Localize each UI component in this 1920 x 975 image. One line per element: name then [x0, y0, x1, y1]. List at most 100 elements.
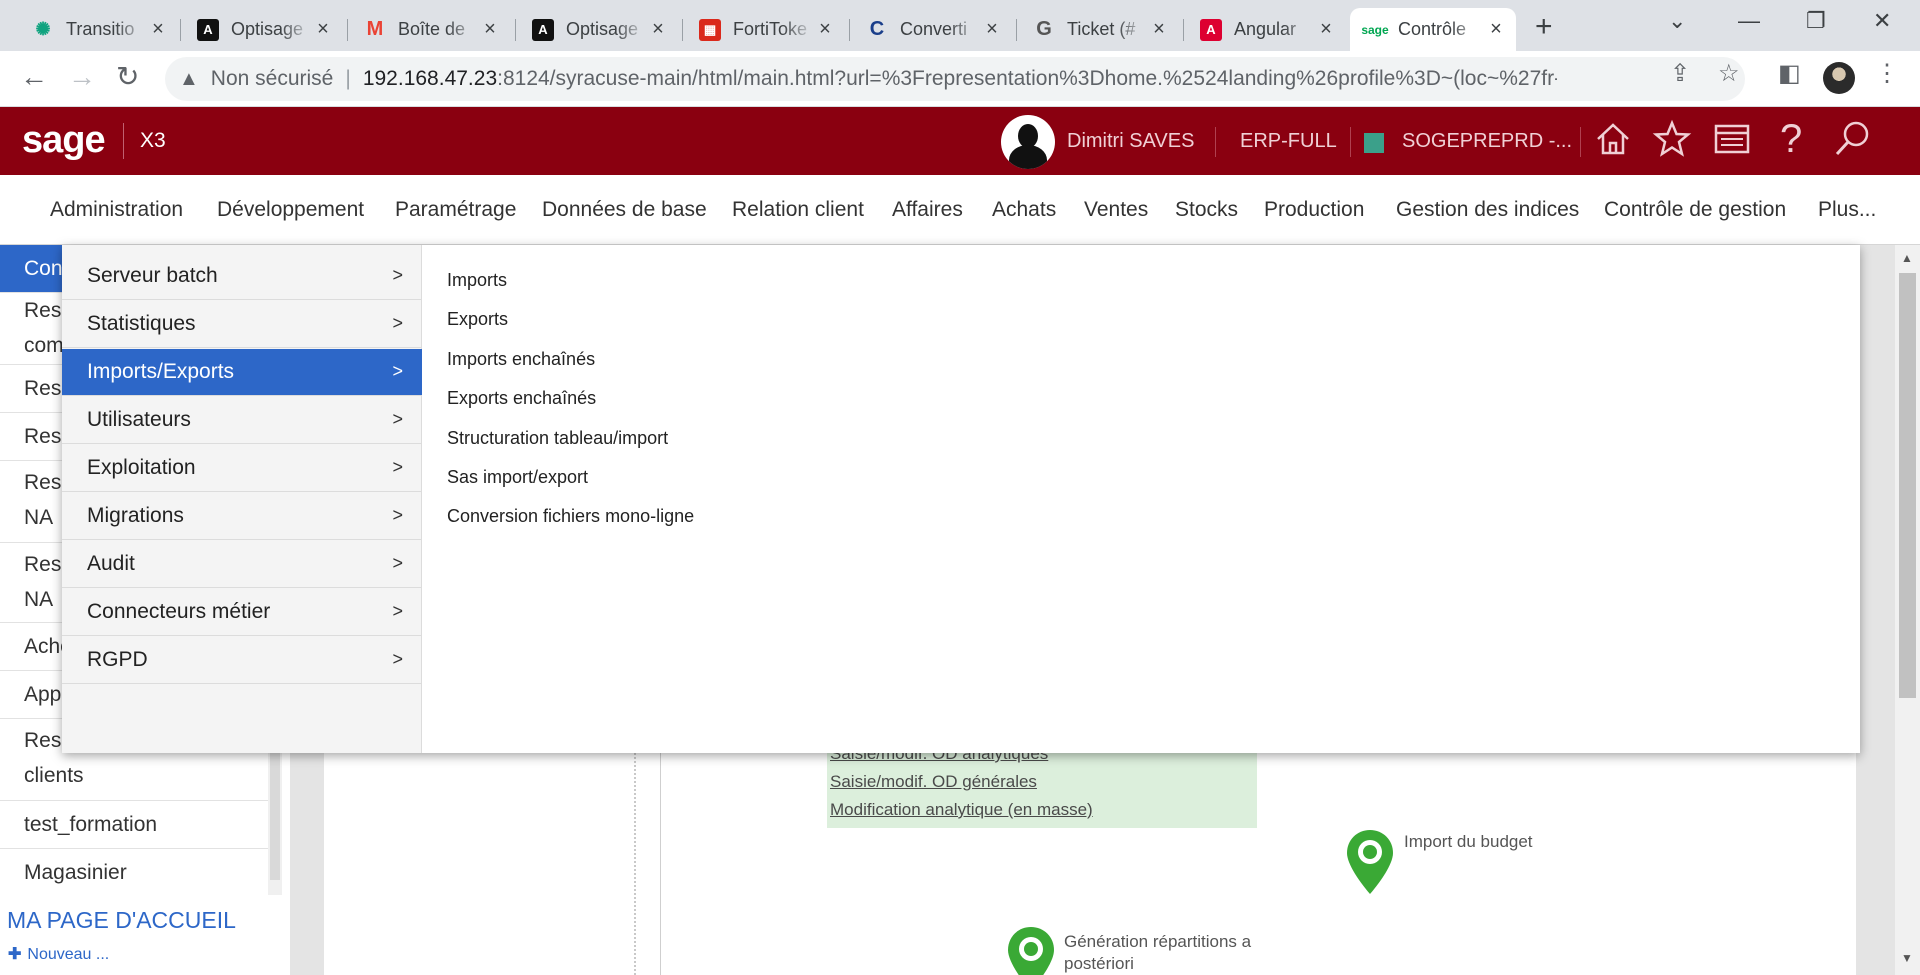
back-icon[interactable]: ←: [20, 63, 48, 91]
menu-parametrage[interactable]: Paramétrage: [395, 198, 516, 222]
menu-affaires[interactable]: Affaires: [892, 198, 963, 222]
user-name[interactable]: Dimitri SAVES: [1067, 130, 1194, 153]
minimize-icon[interactable]: —: [1738, 8, 1760, 34]
process-link[interactable]: Modification analytique (en masse): [830, 800, 1093, 820]
menu-production[interactable]: Production: [1264, 198, 1364, 222]
close-icon[interactable]: ×: [982, 18, 1002, 41]
browser-tab[interactable]: M Boîte de ×: [350, 8, 510, 51]
gmail-icon: M: [366, 18, 384, 40]
browser-tab[interactable]: ▦ FortiToke ×: [685, 8, 845, 51]
submenu-exports[interactable]: Exports: [447, 309, 508, 330]
scroll-up-icon[interactable]: ▲: [1901, 251, 1913, 265]
close-icon[interactable]: ×: [815, 18, 835, 41]
tab-title: Ticket (#: [1067, 19, 1136, 39]
menu-administration[interactable]: Administration: [50, 198, 183, 222]
submenu-structuration-tableau-import[interactable]: Structuration tableau/import: [447, 428, 668, 449]
main-scrollbar[interactable]: ▲ ▼: [1895, 245, 1920, 975]
close-icon[interactable]: ×: [1149, 18, 1169, 41]
close-icon[interactable]: ×: [313, 18, 333, 41]
home-icon[interactable]: [1593, 119, 1633, 159]
menu-plus[interactable]: Plus...: [1818, 198, 1876, 222]
chevron-right-icon: >: [392, 505, 403, 525]
chevron-right-icon: >: [392, 649, 403, 669]
category-connecteurs-metier[interactable]: Connecteurs métier >: [62, 589, 422, 636]
menu-stocks[interactable]: Stocks: [1175, 198, 1238, 222]
close-icon[interactable]: ×: [1316, 18, 1336, 41]
fortinet-icon: ▦: [699, 18, 721, 41]
chevron-right-icon: >: [392, 313, 403, 333]
url-path: :8124/syracuse-main/html/main.html?url=%…: [497, 67, 1558, 90]
restore-icon[interactable]: ❐: [1806, 8, 1826, 34]
menu-developpement[interactable]: Développement: [217, 198, 364, 222]
browser-tab[interactable]: G Ticket (# ×: [1019, 8, 1179, 51]
browser-tab[interactable]: A Angular ×: [1186, 8, 1346, 51]
menu-donnees-de-base[interactable]: Données de base: [542, 198, 707, 222]
user-avatar[interactable]: [1001, 115, 1055, 169]
tab-search-icon[interactable]: ⌄: [1668, 8, 1686, 34]
browser-tab[interactable]: A Optisage ×: [183, 8, 343, 51]
category-serveur-batch[interactable]: Serveur batch >: [62, 253, 422, 300]
submenu-exports-enchaines[interactable]: Exports enchaînés: [447, 388, 596, 409]
c-icon: C: [869, 18, 885, 40]
role-item[interactable]: test_formation: [0, 801, 268, 849]
window-close-icon[interactable]: ✕: [1873, 8, 1891, 34]
profile-avatar[interactable]: [1823, 62, 1855, 94]
browser-tab[interactable]: C Converti ×: [852, 8, 1012, 51]
category-audit[interactable]: Audit >: [62, 541, 422, 588]
category-rgpd[interactable]: RGPD >: [62, 637, 422, 684]
chrome-menu-icon[interactable]: ⋮: [1875, 59, 1899, 88]
side-panel-icon[interactable]: ◧: [1778, 59, 1801, 88]
browser-tab-strip: ✺ Transitio × A Optisage × M Boîte de × …: [0, 0, 1920, 51]
page-layout-icon[interactable]: [1712, 119, 1752, 159]
dropdown-categories: Serveur batch > Statistiques > Imports/Exp…: [62, 245, 422, 753]
submenu-conversion-fichiers-mono-ligne[interactable]: Conversion fichiers mono-ligne: [447, 506, 694, 527]
security-label: Non sécurisé: [210, 67, 334, 90]
role-item[interactable]: Magasinier: [0, 849, 268, 895]
submenu-imports[interactable]: Imports: [447, 270, 507, 291]
category-exploitation[interactable]: Exploitation >: [62, 445, 422, 492]
category-statistiques[interactable]: Statistiques >: [62, 301, 422, 348]
bookmark-star-icon[interactable]: ☆: [1718, 59, 1740, 88]
menu-relation-client[interactable]: Relation client: [732, 198, 864, 222]
browser-tab[interactable]: ✺ Transitio ×: [18, 8, 178, 51]
scroll-down-icon[interactable]: ▼: [1901, 951, 1913, 965]
search-icon[interactable]: [1832, 119, 1872, 159]
map-pin-icon[interactable]: [1006, 925, 1056, 975]
home-page-title: MA PAGE D'ACCUEIL: [7, 907, 236, 933]
close-icon[interactable]: ×: [648, 18, 668, 41]
folder-label[interactable]: SOGEPREPRD -...: [1402, 130, 1572, 153]
forward-icon[interactable]: →: [68, 63, 96, 91]
tab-title: Angular: [1234, 19, 1297, 39]
category-imports-exports[interactable]: Imports/Exports >: [62, 349, 422, 396]
category-utilisateurs[interactable]: Utilisateurs >: [62, 397, 422, 444]
new-page-link[interactable]: ✚ Nouveau ...: [8, 944, 109, 964]
pin-label[interactable]: Génération répartitions a postériori: [1064, 931, 1251, 975]
menu-ventes[interactable]: Ventes: [1084, 198, 1148, 222]
sage-logo[interactable]: sage: [22, 119, 106, 162]
angular-icon: A: [532, 18, 554, 41]
process-link[interactable]: Saisie/modif. OD générales: [830, 772, 1037, 792]
submenu-sas-import-export[interactable]: Sas import/export: [447, 467, 588, 488]
menu-gestion-des-indices[interactable]: Gestion des indices: [1396, 198, 1579, 222]
address-bar[interactable]: ▲ Non sécurisé | 192.168.47.23 :8124/syr…: [165, 57, 1745, 101]
menu-achats[interactable]: Achats: [992, 198, 1056, 222]
endpoint-label[interactable]: ERP-FULL: [1240, 130, 1337, 153]
category-migrations[interactable]: Migrations >: [62, 493, 422, 540]
tab-title: FortiToke: [733, 19, 808, 39]
sage-header: sage X3 Dimitri SAVES ERP-FULL SOGEPREPR…: [0, 107, 1920, 175]
new-tab-icon[interactable]: +: [1535, 12, 1553, 42]
close-icon[interactable]: ×: [480, 18, 500, 41]
map-pin-icon[interactable]: [1345, 828, 1395, 896]
favorites-star-icon[interactable]: [1652, 119, 1692, 159]
pin-label[interactable]: Import du budget: [1404, 832, 1533, 852]
share-icon[interactable]: ⇪: [1670, 59, 1690, 88]
close-icon[interactable]: ×: [1486, 18, 1506, 41]
browser-tab[interactable]: A Optisage ×: [518, 8, 678, 51]
menu-controle-de-gestion[interactable]: Contrôle de gestion: [1604, 198, 1786, 222]
close-icon[interactable]: ×: [148, 18, 168, 41]
reload-icon[interactable]: ↻: [116, 63, 139, 91]
submenu-imports-enchaines[interactable]: Imports enchaînés: [447, 349, 595, 370]
sage-icon: sage: [1361, 22, 1389, 37]
help-icon[interactable]: ?: [1780, 119, 1802, 159]
browser-tab-active[interactable]: sage Contrôle ×: [1350, 8, 1516, 51]
